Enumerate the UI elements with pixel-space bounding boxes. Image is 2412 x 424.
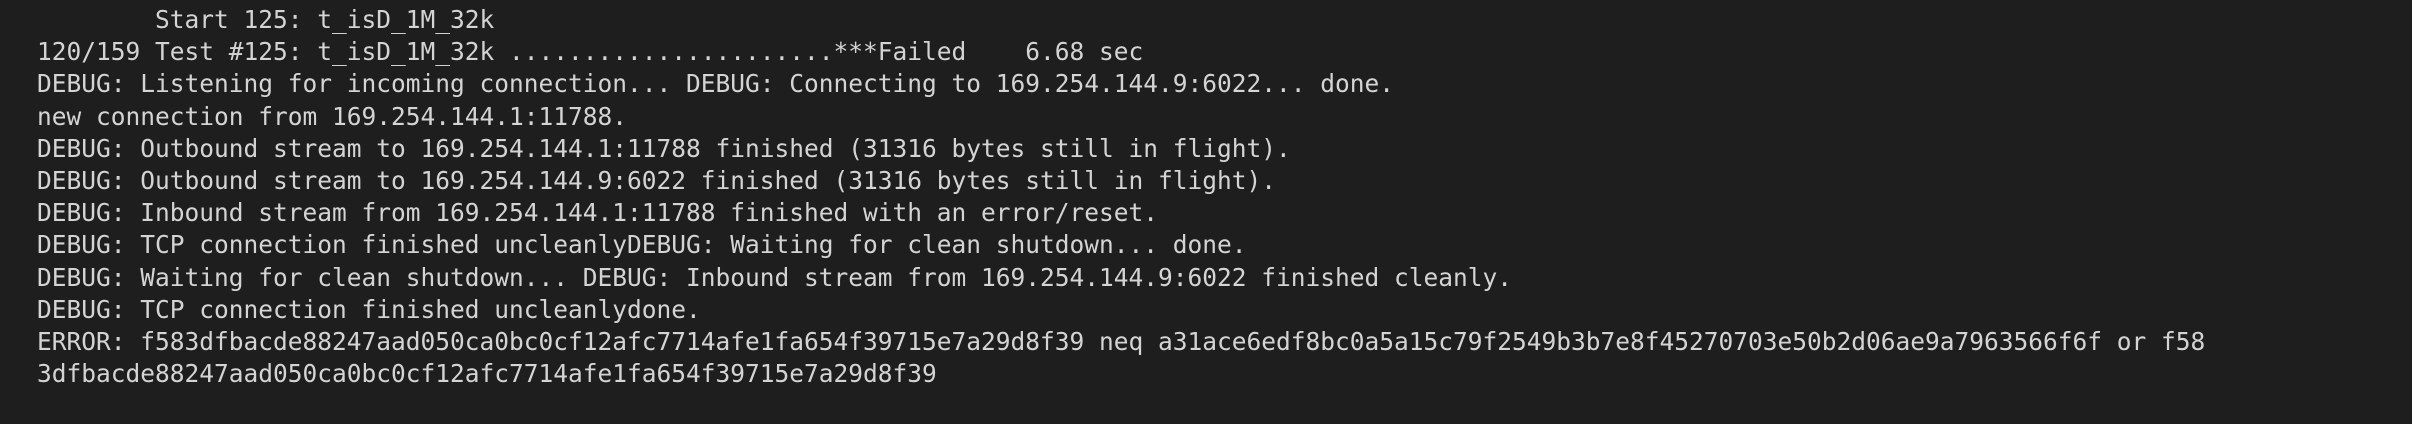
log-line: DEBUG: Outbound stream to 169.254.144.9:… <box>37 165 1277 195</box>
log-line: DEBUG: TCP connection finished uncleanly… <box>37 230 1247 260</box>
log-line-start: Start 125: t_isD_1M_32k <box>37 5 495 34</box>
log-line: DEBUG: Waiting for clean shutdown... DEB… <box>37 262 1513 292</box>
log-line: DEBUG: Outbound stream to 169.254.144.1:… <box>37 133 1291 163</box>
log-line-error-continued: 3dfbacde88247aad050ca0bc0cf12afc7714afe1… <box>37 359 937 389</box>
log-line: new connection from 169.254.144.1:11788. <box>37 101 628 131</box>
log-line-error: ERROR: f583dfbacde88247aad050ca0bc0cf12a… <box>37 326 2206 356</box>
log-line: DEBUG: Listening for incoming connection… <box>37 69 1395 99</box>
terminal-output[interactable]: Start 125: t_isD_1M_32k 120/159 Test #12… <box>0 0 2412 424</box>
log-line-test-result: 120/159 Test #125: t_isD_1M_32k ........… <box>37 37 1144 67</box>
log-line: DEBUG: TCP connection finished uncleanly… <box>37 294 701 324</box>
log-line: DEBUG: Inbound stream from 169.254.144.1… <box>37 198 1159 228</box>
